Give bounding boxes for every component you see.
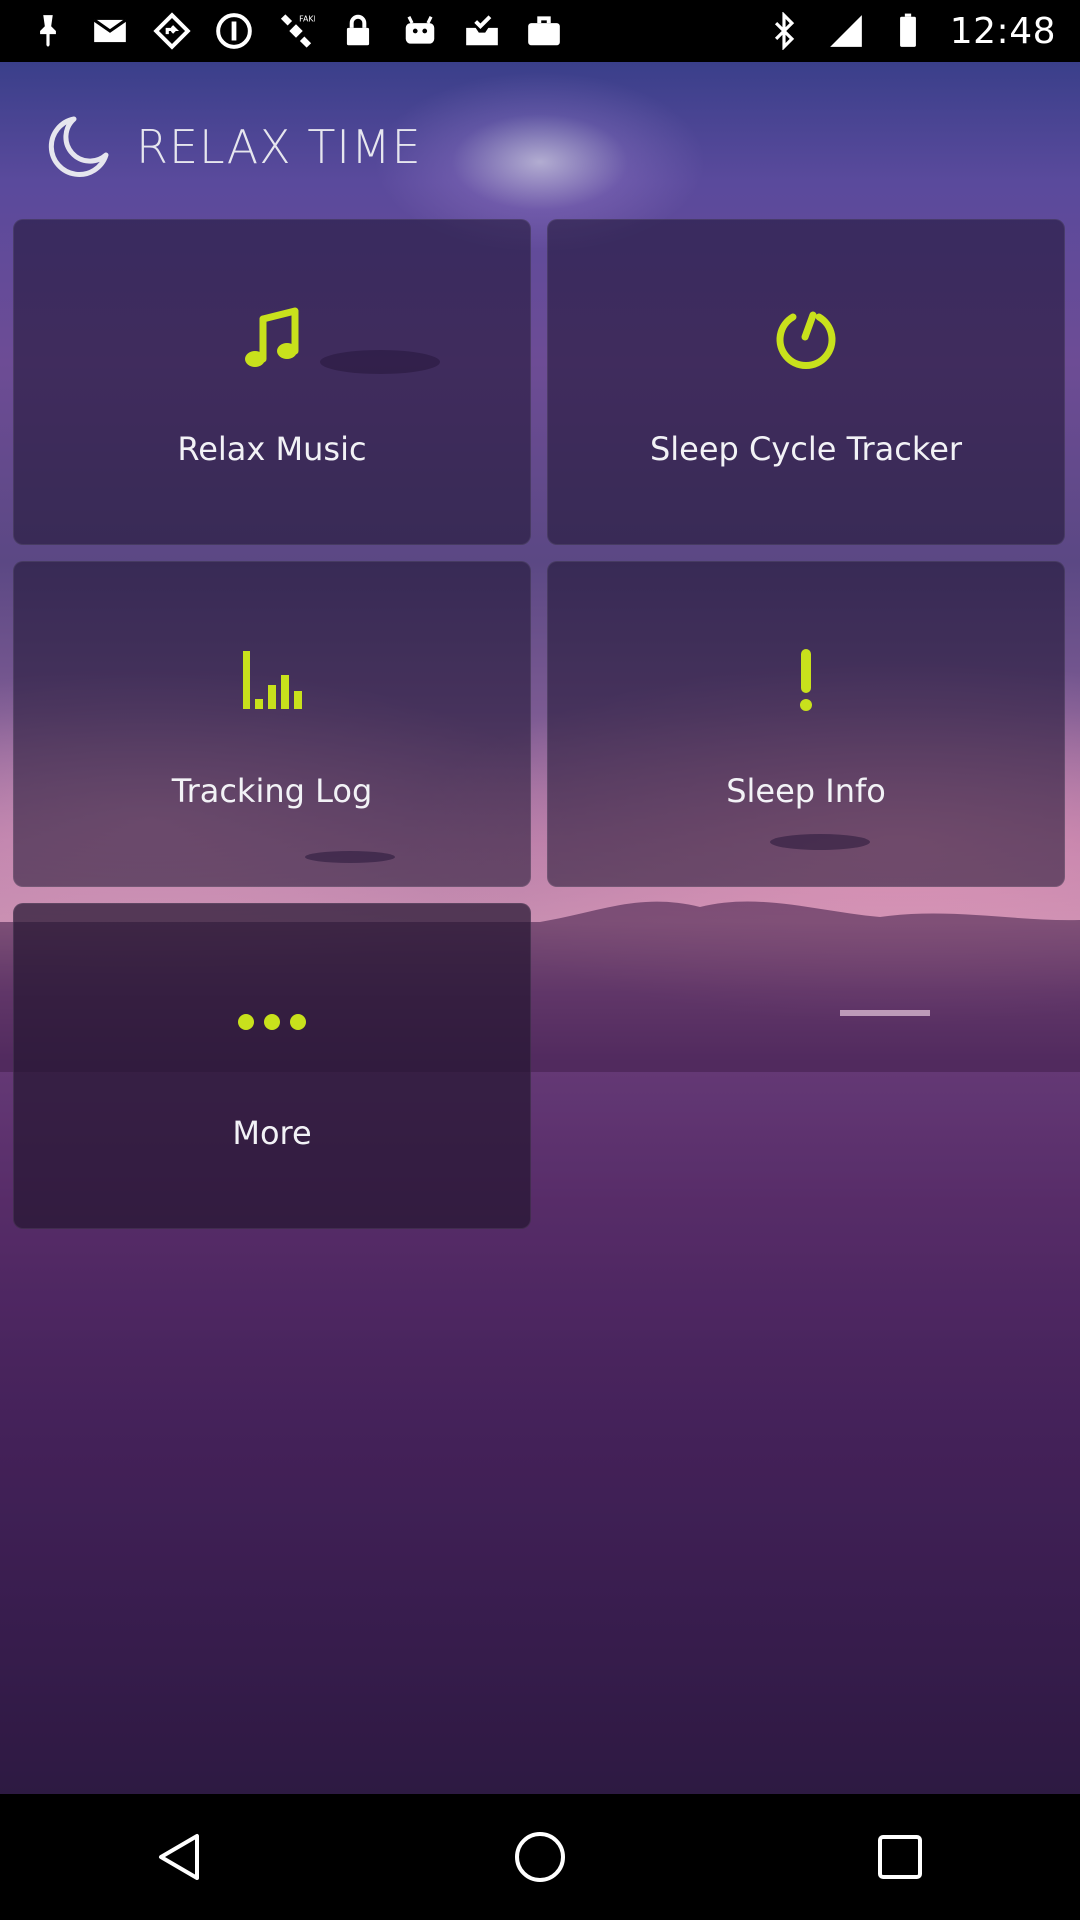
svg-text:FAKE: FAKE bbox=[299, 15, 315, 24]
status-right-icons: 12:48 bbox=[764, 0, 1056, 62]
recents-icon[interactable] bbox=[840, 1807, 960, 1907]
status-time: 12:48 bbox=[949, 10, 1056, 52]
tile-label: Relax Music bbox=[177, 430, 367, 468]
do-not-disturb-icon bbox=[214, 11, 254, 51]
bluetooth-icon bbox=[764, 11, 804, 51]
lock-icon bbox=[338, 11, 378, 51]
checked-inbox-icon bbox=[462, 11, 502, 51]
back-icon[interactable] bbox=[120, 1807, 240, 1907]
tile-label: Sleep Info bbox=[726, 772, 886, 810]
music-note-icon bbox=[14, 300, 530, 376]
tile-tracking-log[interactable]: Tracking Log bbox=[13, 561, 531, 887]
status-left-icons: FAKE bbox=[28, 0, 564, 62]
battery-icon bbox=[888, 11, 928, 51]
app-header: RELAX TIME bbox=[44, 112, 422, 182]
tile-label: Sleep Cycle Tracker bbox=[649, 430, 963, 468]
tile-sleep-cycle-tracker[interactable]: Sleep Cycle Tracker bbox=[547, 219, 1065, 545]
navigation-bar bbox=[0, 1794, 1080, 1920]
more-dots-icon bbox=[14, 984, 530, 1060]
mail-icon bbox=[90, 11, 130, 51]
tile-label: More bbox=[232, 1114, 312, 1152]
satellite-icon: FAKE bbox=[276, 11, 316, 51]
navigation-diamond-icon bbox=[152, 11, 192, 51]
home-icon[interactable] bbox=[480, 1807, 600, 1907]
exclamation-icon bbox=[548, 642, 1064, 718]
status-bar: FAKE 12:48 bbox=[0, 0, 1080, 62]
screen: FAKE 12:48 bbox=[0, 0, 1080, 1920]
power-timer-icon bbox=[548, 300, 1064, 376]
tile-more[interactable]: More bbox=[13, 903, 531, 1229]
moon-icon bbox=[44, 113, 112, 181]
signal-icon bbox=[826, 11, 866, 51]
briefcase-icon bbox=[524, 11, 564, 51]
tile-label: Tracking Log bbox=[171, 772, 373, 810]
notification-pin-icon bbox=[28, 11, 68, 51]
android-icon bbox=[400, 11, 440, 51]
tile-sleep-info[interactable]: Sleep Info bbox=[547, 561, 1065, 887]
app-title: RELAX TIME bbox=[136, 120, 422, 174]
tile-relax-music[interactable]: Relax Music bbox=[13, 219, 531, 545]
bar-chart-icon bbox=[14, 642, 530, 718]
